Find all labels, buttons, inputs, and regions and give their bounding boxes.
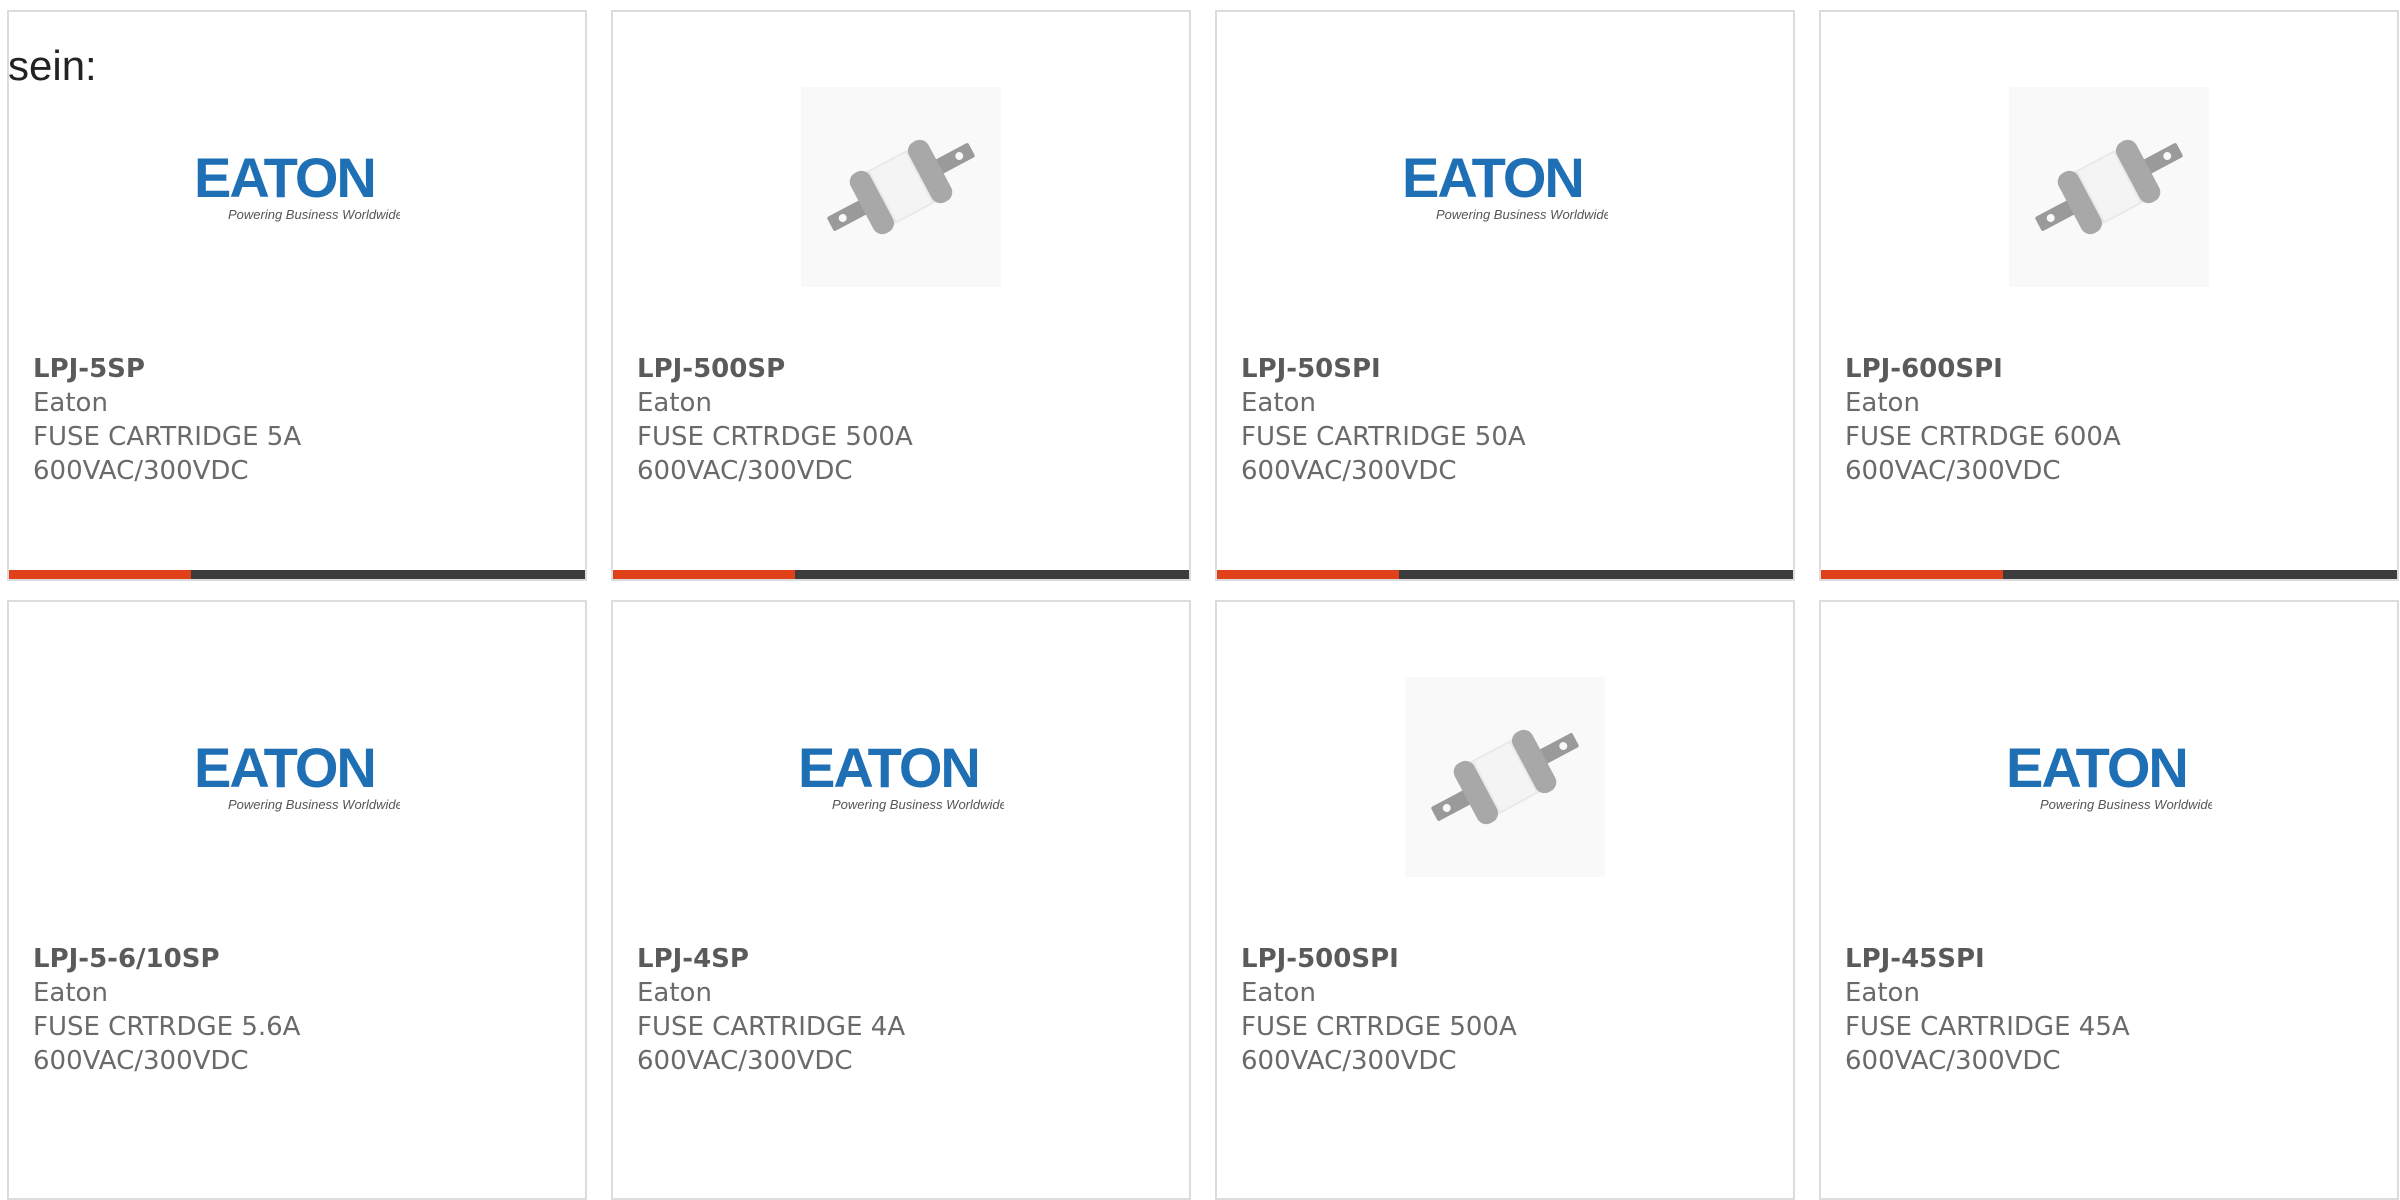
product-info: LPJ-500SP Eaton FUSE CRTRDGE 500A 600VAC… (637, 352, 913, 488)
svg-text:Powering Business Worldwide: Powering Business Worldwide (228, 797, 400, 812)
product-grid: EATON Powering Business Worldwide LPJ-5S… (7, 10, 2400, 1200)
svg-text:Powering Business Worldwide: Powering Business Worldwide (228, 207, 400, 222)
svg-text:EATON: EATON (2006, 739, 2187, 799)
manufacturer: Eaton (33, 978, 108, 1008)
product-image[interactable]: EATON Powering Business Worldwide (613, 662, 1189, 892)
part-number[interactable]: LPJ-5-6/10SP (33, 942, 300, 976)
description-line-2: 600VAC/300VDC (33, 1046, 249, 1076)
description-line-1: FUSE CARTRIDGE 45A (1845, 1012, 2130, 1042)
product-card[interactable]: EATON Powering Business Worldwide LPJ-45… (1819, 600, 2399, 1200)
eaton-logo: EATON Powering Business Worldwide (194, 149, 400, 225)
description-line-1: FUSE CRTRDGE 500A (637, 422, 913, 452)
intro-text: sein: (8, 42, 97, 89)
part-number[interactable]: LPJ-45SPI (1845, 942, 2130, 976)
product-image[interactable] (613, 72, 1189, 302)
description-line-1: FUSE CARTRIDGE 50A (1241, 422, 1526, 452)
part-number[interactable]: LPJ-600SPI (1845, 352, 2121, 386)
part-number[interactable]: LPJ-50SPI (1241, 352, 1526, 386)
eaton-logo: EATON Powering Business Worldwide (2006, 739, 2212, 815)
description-line-1: FUSE CRTRDGE 5.6A (33, 1012, 301, 1042)
description-line-2: 600VAC/300VDC (1845, 456, 2061, 486)
description-line-1: FUSE CARTRIDGE 5A (33, 422, 302, 452)
svg-text:Powering Business Worldwide: Powering Business Worldwide (1436, 207, 1608, 222)
manufacturer: Eaton (1241, 978, 1316, 1008)
fuse-photo (2009, 87, 2209, 287)
card-accent-bar (613, 570, 1189, 579)
part-number[interactable]: LPJ-500SP (637, 352, 913, 386)
description-line-1: FUSE CARTRIDGE 4A (637, 1012, 906, 1042)
product-info: LPJ-5-6/10SP Eaton FUSE CRTRDGE 5.6A 600… (33, 942, 300, 1078)
manufacturer: Eaton (637, 978, 712, 1008)
product-image[interactable] (1217, 662, 1793, 892)
description-line-2: 600VAC/300VDC (1845, 1046, 2061, 1076)
eaton-logo: EATON Powering Business Worldwide (1402, 149, 1608, 225)
product-card[interactable]: EATON Powering Business Worldwide LPJ-5-… (7, 600, 587, 1200)
product-image[interactable]: EATON Powering Business Worldwide (9, 72, 585, 302)
part-number[interactable]: LPJ-500SPI (1241, 942, 1517, 976)
card-accent-bar (1217, 570, 1793, 579)
product-card[interactable]: EATON Powering Business Worldwide LPJ-5S… (7, 10, 587, 581)
description-line-2: 600VAC/300VDC (33, 456, 249, 486)
card-accent-bar (1821, 570, 2397, 579)
manufacturer: Eaton (637, 388, 712, 418)
svg-text:EATON: EATON (1402, 149, 1583, 209)
svg-text:EATON: EATON (798, 739, 979, 799)
card-accent-bar (9, 570, 585, 579)
product-info: LPJ-500SPI Eaton FUSE CRTRDGE 500A 600VA… (1241, 942, 1517, 1078)
svg-text:EATON: EATON (194, 739, 375, 799)
description-line-2: 600VAC/300VDC (637, 1046, 853, 1076)
product-card[interactable]: LPJ-500SPI Eaton FUSE CRTRDGE 500A 600VA… (1215, 600, 1795, 1200)
description-line-2: 600VAC/300VDC (1241, 456, 1457, 486)
eaton-logo: EATON Powering Business Worldwide (798, 739, 1004, 815)
fuse-photo (1405, 677, 1605, 877)
product-image[interactable]: EATON Powering Business Worldwide (1821, 662, 2397, 892)
part-number[interactable]: LPJ-5SP (33, 352, 301, 386)
description-line-2: 600VAC/300VDC (637, 456, 853, 486)
product-image[interactable]: EATON Powering Business Worldwide (9, 662, 585, 892)
product-info: LPJ-4SP Eaton FUSE CARTRIDGE 4A 600VAC/3… (637, 942, 905, 1078)
manufacturer: Eaton (1845, 978, 1920, 1008)
product-card[interactable]: LPJ-500SP Eaton FUSE CRTRDGE 500A 600VAC… (611, 10, 1191, 581)
product-image[interactable]: EATON Powering Business Worldwide (1217, 72, 1793, 302)
product-card[interactable]: EATON Powering Business Worldwide LPJ-4S… (611, 600, 1191, 1200)
product-image[interactable] (1821, 72, 2397, 302)
description-line-2: 600VAC/300VDC (1241, 1046, 1457, 1076)
product-info: LPJ-45SPI Eaton FUSE CARTRIDGE 45A 600VA… (1845, 942, 2130, 1078)
manufacturer: Eaton (33, 388, 108, 418)
product-info: LPJ-5SP Eaton FUSE CARTRIDGE 5A 600VAC/3… (33, 352, 301, 488)
product-card[interactable]: LPJ-600SPI Eaton FUSE CRTRDGE 600A 600VA… (1819, 10, 2399, 581)
manufacturer: Eaton (1241, 388, 1316, 418)
description-line-1: FUSE CRTRDGE 500A (1241, 1012, 1517, 1042)
product-info: LPJ-600SPI Eaton FUSE CRTRDGE 600A 600VA… (1845, 352, 2121, 488)
description-line-1: FUSE CRTRDGE 600A (1845, 422, 2121, 452)
eaton-logo: EATON Powering Business Worldwide (194, 739, 400, 815)
svg-text:Powering Business Worldwide: Powering Business Worldwide (832, 797, 1004, 812)
product-card[interactable]: EATON Powering Business Worldwide LPJ-50… (1215, 10, 1795, 581)
svg-text:EATON: EATON (194, 149, 375, 209)
part-number[interactable]: LPJ-4SP (637, 942, 905, 976)
svg-text:Powering Business Worldwide: Powering Business Worldwide (2040, 797, 2212, 812)
fuse-photo (801, 87, 1001, 287)
manufacturer: Eaton (1845, 388, 1920, 418)
product-info: LPJ-50SPI Eaton FUSE CARTRIDGE 50A 600VA… (1241, 352, 1526, 488)
